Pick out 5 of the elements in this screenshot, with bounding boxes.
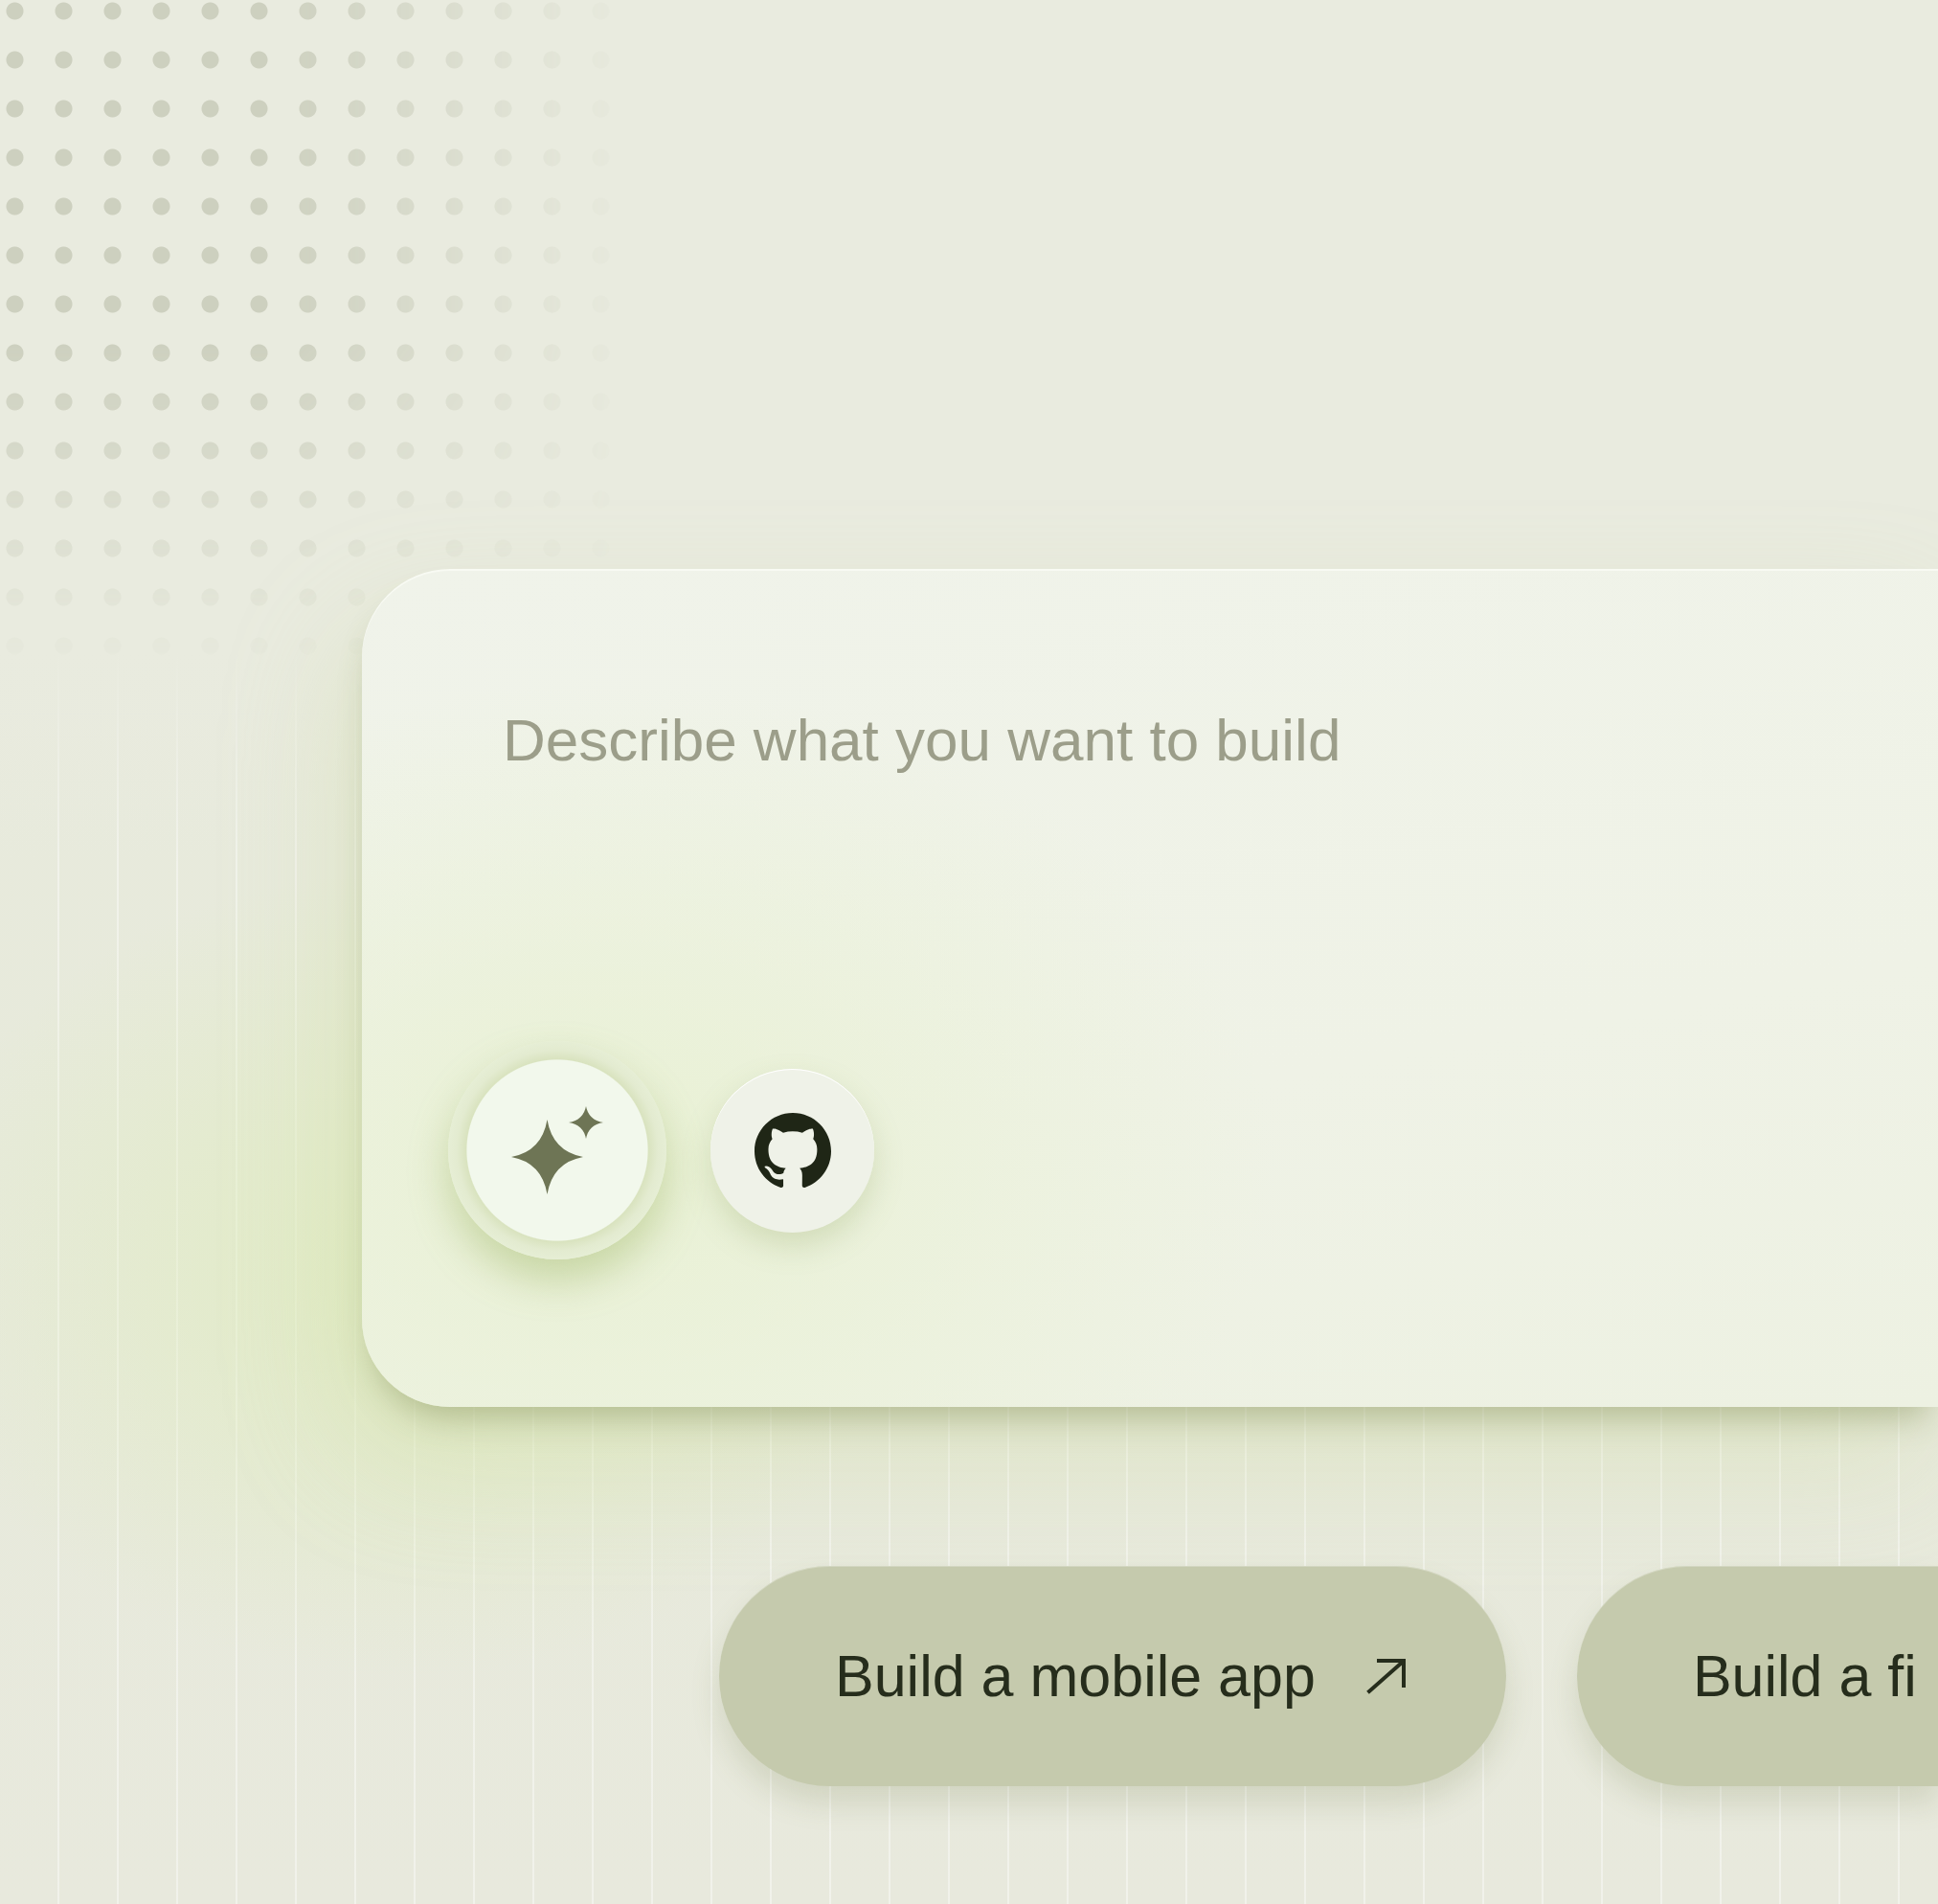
sparkle-icon (511, 1106, 603, 1194)
suggestion-chip[interactable]: Build a fi (1576, 1566, 1938, 1786)
github-icon (754, 1112, 831, 1189)
prompt-input[interactable]: Describe what you want to build (503, 705, 1843, 777)
suggestion-chip[interactable]: Build a mobile app (719, 1566, 1506, 1786)
